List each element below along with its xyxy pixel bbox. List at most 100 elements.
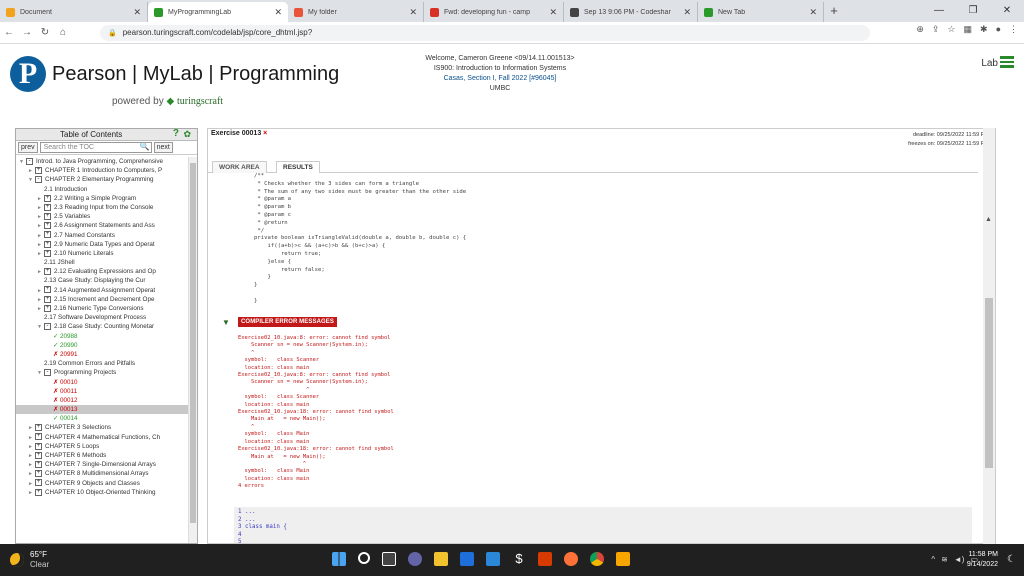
windows-start-icon[interactable]: [332, 552, 346, 566]
search-icon[interactable]: 🔍: [140, 142, 150, 152]
toc-arrow-icon[interactable]: ►: [28, 470, 35, 478]
pearson-logo[interactable]: P Pearson | MyLab | Programming: [10, 56, 339, 92]
toc-arrow-icon[interactable]: ▼: [19, 158, 26, 166]
toc-arrow-icon[interactable]: ►: [37, 305, 44, 313]
share-icon[interactable]: ⇪: [932, 24, 940, 35]
toc-item[interactable]: ► + CHAPTER 9 Objects and Classes: [16, 479, 188, 488]
toc-arrow-icon[interactable]: ▼: [37, 323, 44, 331]
search-icon-taskbar[interactable]: [358, 552, 370, 564]
browser-tab[interactable]: Sep 13 9:06 PM - Codeshar ✕: [564, 2, 698, 22]
task-view-icon[interactable]: [382, 552, 396, 566]
toc-item[interactable]: ✓ 00014: [16, 414, 188, 423]
toc-item[interactable]: ► +2.9 Numeric Data Types and Operat: [16, 240, 188, 249]
toc-item[interactable]: ► +2.3 Reading Input from the Console: [16, 203, 188, 212]
tab-close-icon[interactable]: ✕: [133, 7, 141, 18]
expand-icon[interactable]: +: [35, 461, 42, 469]
expand-icon[interactable]: +: [35, 470, 42, 478]
toc-item[interactable]: ► + CHAPTER 4 Mathematical Functions, Ch: [16, 433, 188, 442]
dollar-icon[interactable]: $: [512, 552, 526, 566]
toc-arrow-icon[interactable]: ►: [28, 452, 35, 460]
expand-icon[interactable]: +: [35, 479, 42, 487]
volume-icon[interactable]: ◄): [954, 555, 965, 564]
page-scrollbar[interactable]: ▲: [983, 128, 995, 544]
scrollbar-thumb[interactable]: [985, 298, 993, 468]
toc-arrow-icon[interactable]: ►: [28, 424, 35, 432]
notes-icon[interactable]: [616, 552, 630, 566]
toc-item[interactable]: ► + CHAPTER 6 Methods: [16, 451, 188, 460]
toc-item[interactable]: 2.1 Introduction: [16, 185, 188, 194]
browser-tab[interactable]: My folder ✕: [288, 2, 424, 22]
toc-arrow-icon[interactable]: ▼: [37, 369, 44, 377]
toc-item[interactable]: ✗ 00011: [16, 387, 188, 396]
weather-widget[interactable]: 65°F Clear: [10, 550, 49, 570]
tab-work-area[interactable]: WORK AREA: [212, 161, 267, 173]
collapse-icon[interactable]: -: [35, 176, 42, 184]
toc-item[interactable]: ✗ 00010: [16, 378, 188, 387]
chevron-up-icon[interactable]: ^: [931, 555, 935, 564]
new-tab-icon[interactable]: +: [824, 2, 844, 22]
profile-icon[interactable]: ●: [996, 24, 1001, 35]
toc-item[interactable]: ▼ - Programming Projects: [16, 368, 188, 377]
browser-tab[interactable]: Fwd: developing fun - camp ✕: [424, 2, 564, 22]
toc-arrow-icon[interactable]: ►: [37, 222, 44, 230]
toc-arrow-icon[interactable]: ►: [37, 287, 44, 295]
toc-search-input[interactable]: Search the TOC 🔍: [39, 142, 152, 153]
mail-icon[interactable]: [460, 552, 474, 566]
toc-item[interactable]: ► +2.2 Writing a Simple Program: [16, 194, 188, 203]
expand-icon[interactable]: +: [44, 304, 51, 312]
toc-item[interactable]: ► + CHAPTER 10 Object-Oriented Thinking: [16, 488, 188, 497]
toc-item[interactable]: ▼ - Introd. to Java Programming, Comprehen…: [16, 157, 188, 166]
toc-arrow-icon[interactable]: ►: [28, 434, 35, 442]
url-field[interactable]: 🔒 pearson.turingscraft.com/codelab/jsp/co…: [100, 25, 870, 41]
expand-icon[interactable]: +: [44, 240, 51, 248]
toc-arrow-icon[interactable]: ►: [28, 489, 35, 497]
toc-item[interactable]: 2.13 Case Study: Displaying the Cur: [16, 276, 188, 285]
forward-icon[interactable]: →: [18, 27, 36, 38]
toc-item[interactable]: 2.11 JShell: [16, 258, 188, 267]
toc-item[interactable]: ▼ -2.18 Case Study: Counting Monetar: [16, 322, 188, 331]
toc-item[interactable]: 2.19 Common Errors and Pitfalls: [16, 359, 188, 368]
toc-item[interactable]: ► +2.15 Increment and Decrement Ope: [16, 295, 188, 304]
scroll-up-icon[interactable]: ▲: [985, 216, 992, 223]
clock[interactable]: 11:58 PM 9/14/2022: [967, 550, 998, 570]
expand-icon[interactable]: +: [35, 488, 42, 496]
toc-arrow-icon[interactable]: ►: [28, 480, 35, 488]
tab-close-icon[interactable]: ✕: [274, 7, 282, 18]
toc-arrow-icon[interactable]: ►: [37, 250, 44, 258]
expand-icon[interactable]: +: [35, 451, 42, 459]
tab-close-icon[interactable]: ✕: [683, 7, 691, 18]
expand-icon[interactable]: +: [35, 433, 42, 441]
collapse-icon[interactable]: -: [44, 369, 51, 377]
home-icon[interactable]: ⌂: [54, 27, 72, 38]
toc-arrow-icon[interactable]: ►: [28, 167, 35, 175]
expand-icon[interactable]: +: [44, 203, 51, 211]
tab-close-icon[interactable]: ✕: [549, 7, 557, 18]
menu-dots-icon[interactable]: ⋮: [1009, 24, 1018, 35]
close-window-icon[interactable]: ✕: [990, 0, 1024, 22]
chat-icon[interactable]: [408, 552, 422, 566]
expand-icon[interactable]: +: [44, 295, 51, 303]
toc-item[interactable]: ✗ 00012: [16, 396, 188, 405]
expand-icon[interactable]: +: [35, 442, 42, 450]
extension-icon[interactable]: ▦: [964, 24, 973, 35]
toc-item[interactable]: ► + CHAPTER 1 Introduction to Computers, P: [16, 166, 188, 175]
toc-item[interactable]: ► +2.16 Numeric Type Conversions: [16, 304, 188, 313]
wifi-icon[interactable]: ≋: [941, 555, 948, 564]
store-icon[interactable]: [486, 552, 500, 566]
toc-item[interactable]: ► +2.12 Evaluating Expressions and Op: [16, 267, 188, 276]
collapse-icon[interactable]: -: [44, 323, 51, 331]
restore-icon[interactable]: ❐: [956, 0, 990, 22]
zoom-icon[interactable]: ⊕: [916, 24, 924, 35]
toc-item[interactable]: ► +2.6 Assignment Statements and Ass: [16, 221, 188, 230]
notification-icon[interactable]: ☾: [1007, 554, 1016, 565]
chrome-icon[interactable]: [590, 552, 604, 566]
toc-item[interactable]: ► + CHAPTER 7 Single-Dimensional Arrays: [16, 460, 188, 469]
file-explorer-icon[interactable]: [434, 552, 448, 566]
browser-tab[interactable]: Document ✕: [0, 2, 148, 22]
browser-tab[interactable]: New Tab ✕: [698, 2, 824, 22]
expand-icon[interactable]: +: [44, 231, 51, 239]
toc-arrow-icon[interactable]: ►: [37, 195, 44, 203]
toc-item[interactable]: ► +2.10 Numeric Literals: [16, 249, 188, 258]
expand-icon[interactable]: +: [44, 222, 51, 230]
toc-arrow-icon[interactable]: ►: [28, 461, 35, 469]
